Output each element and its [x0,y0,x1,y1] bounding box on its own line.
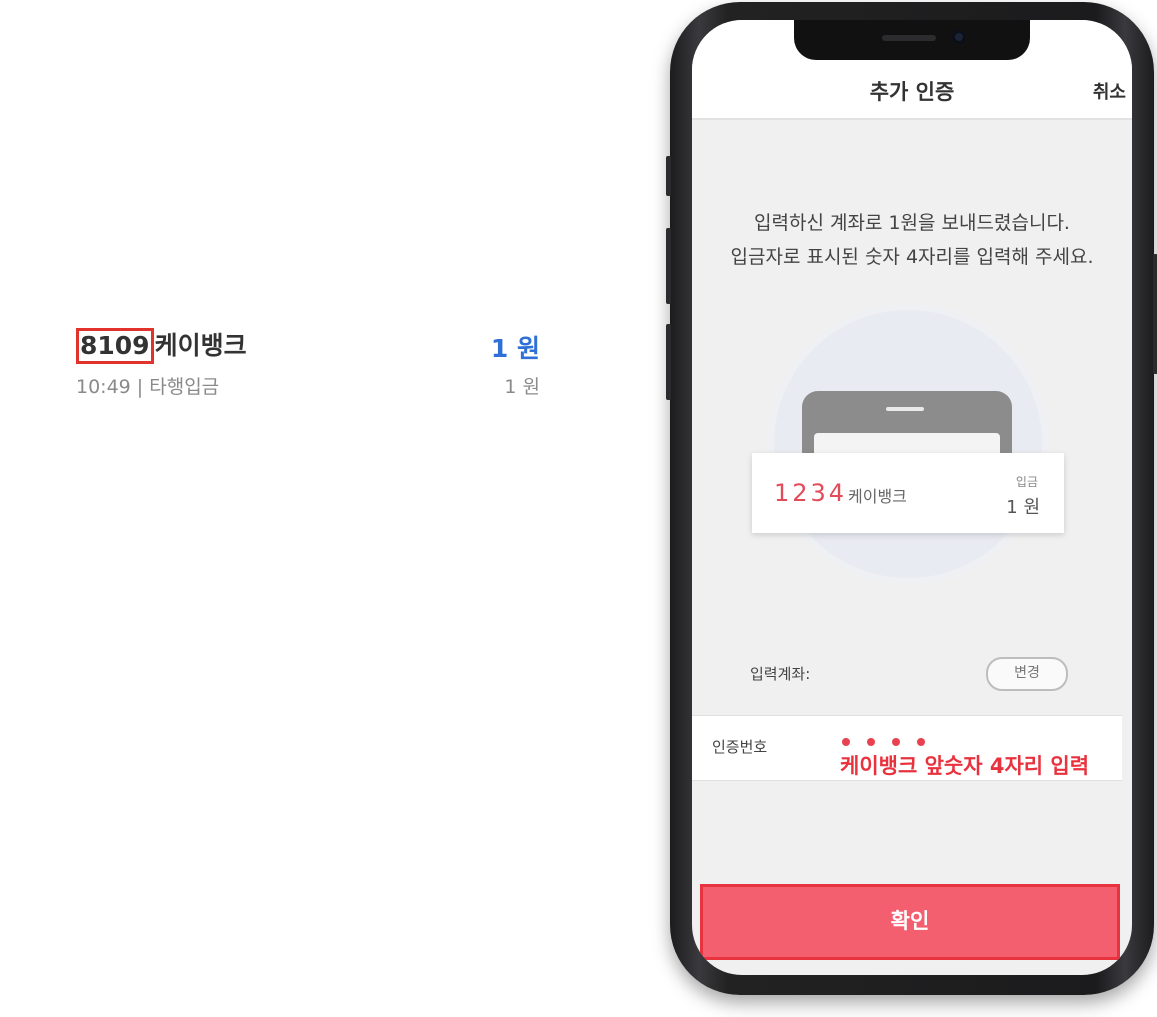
transaction-meta-amount: 1 원 [504,376,540,398]
illustration-phone-speaker [886,407,924,411]
verification-code-field[interactable]: 인증번호 케이뱅크 앞숫자 4자리 입력 [692,715,1122,781]
instruction-line-2: 입금자로 표시된 숫자 4자리를 입력해 주세요. [730,246,1094,268]
cancel-button[interactable]: 취소 [1093,78,1126,104]
instruction-line-1: 입력하신 계좌로 1원을 보내드렸습니다. [754,212,1070,234]
phone-power-button [1153,254,1157,374]
verification-code-hint: 케이뱅크 앞숫자 4자리 입력 [840,754,1090,778]
verification-code-label: 인증번호 [712,738,768,756]
illustration-bank-name: 케이뱅크 [848,487,907,506]
phone-volume-down-button [666,324,671,400]
transaction-meta: 10:49 | 타행입금 [76,376,220,398]
phone-volume-up-button [666,228,671,304]
verification-code-dots [842,738,925,746]
transaction-code-highlight: 8109 [76,328,154,364]
change-account-button[interactable]: 변경 [986,657,1068,691]
code-dot [867,738,875,746]
illustration-amount: 1 원 [1006,497,1040,518]
code-dot [892,738,900,746]
phone-frame: 추가 인증 취소 입력하신 계좌로 1원을 보내드렸습니다. 입금자로 표시된 … [666,2,1157,995]
transaction-title: 8109 케이뱅크 [76,328,247,364]
code-dot [842,738,850,746]
illustration-deposit-card: 1234 케이뱅크 입금 1 원 [752,453,1064,533]
code-dot [917,738,925,746]
phone-mute-switch [666,156,671,196]
confirm-button[interactable]: 확인 [700,884,1120,960]
transaction-item: 8109 케이뱅크 1 원 10:49 | 타행입금 1 원 [76,326,546,406]
illustration-deposit-label: 입금 [1015,475,1038,489]
transaction-sender-name: 케이뱅크 [154,331,247,360]
illustration-code: 1234 [774,479,848,507]
phone-notch [794,20,1030,60]
transaction-amount: 1 원 [490,334,540,363]
page-title: 추가 인증 [869,80,955,104]
account-label: 입력계좌: [750,665,811,683]
phone-screen: 추가 인증 취소 입력하신 계좌로 1원을 보내드렸습니다. 입금자로 표시된 … [692,20,1132,975]
instruction-text: 입력하신 계좌로 1원을 보내드렸습니다. 입금자로 표시된 숫자 4자리를 입… [692,206,1132,274]
camera-icon [952,30,966,44]
speaker-grille [882,35,936,41]
